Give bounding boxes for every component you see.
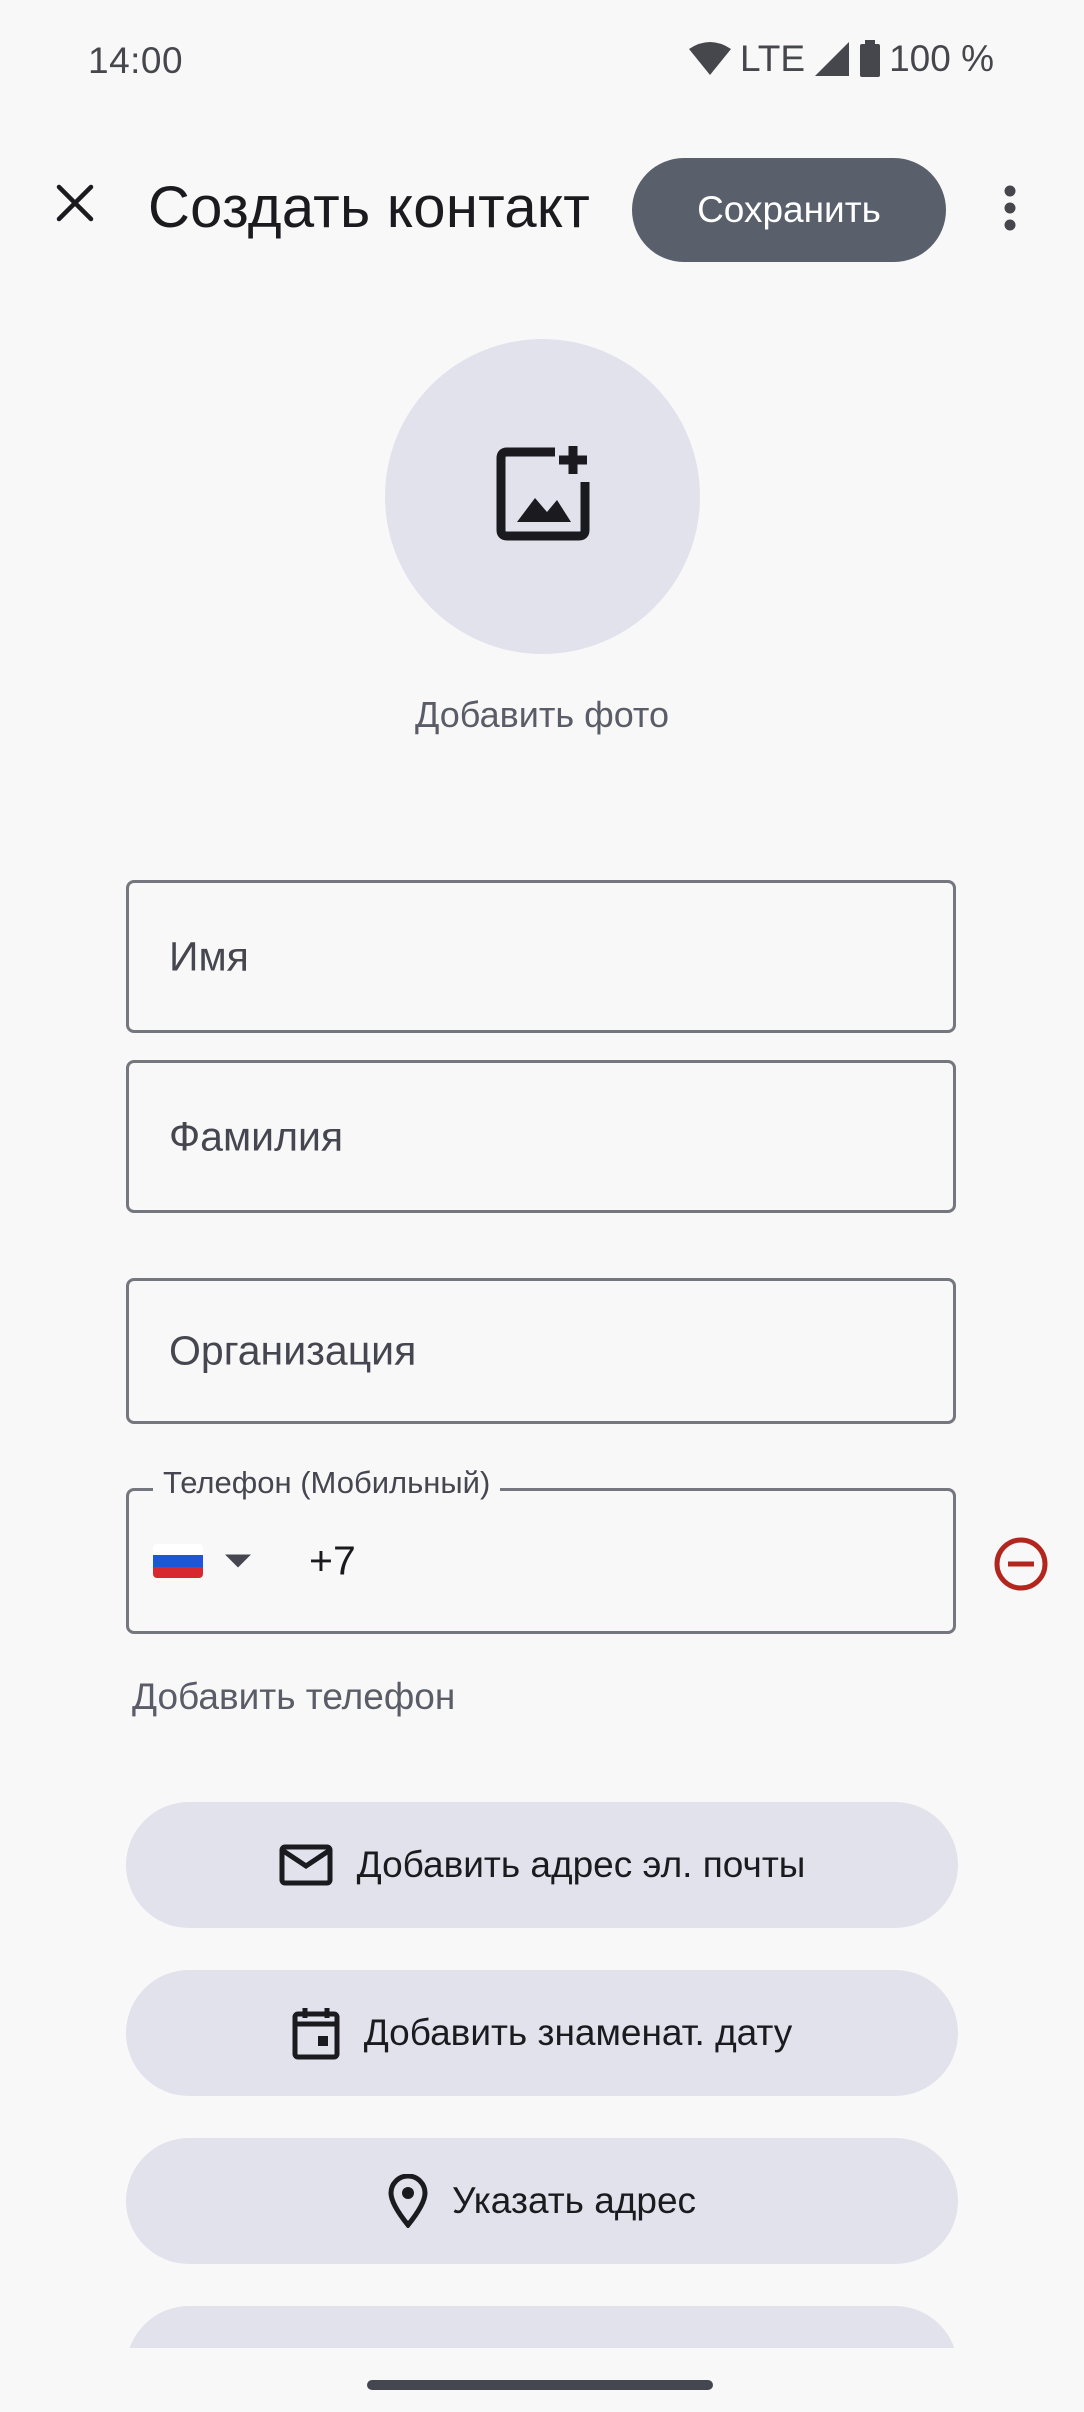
add-photo-icon [493, 444, 593, 549]
first-name-placeholder: Имя [169, 933, 249, 979]
add-address-label: Указать адрес [451, 2180, 697, 2221]
add-photo-label[interactable]: Добавить фото [0, 694, 1084, 736]
home-indicator[interactable] [367, 2380, 713, 2390]
phone-field[interactable]: Телефон (Мобильный) +7 [126, 1465, 956, 1634]
page-title: Создать контакт [148, 175, 591, 240]
remove-phone-button[interactable] [990, 1535, 1052, 1597]
create-contact-screen: 14:00 LTE 100 % Создать контакт Сохранит… [0, 0, 1084, 2412]
calendar-icon [292, 2006, 340, 2060]
add-address-button[interactable]: Указать адрес [126, 2138, 958, 2264]
first-name-field[interactable]: Имя [126, 880, 956, 1033]
battery-icon [859, 40, 881, 78]
location-pin-icon [388, 2174, 428, 2228]
add-phone-link[interactable]: Добавить телефон [132, 1676, 455, 1718]
organization-placeholder: Организация [169, 1327, 417, 1374]
organization-field[interactable]: Организация [126, 1278, 956, 1424]
wifi-icon [688, 41, 732, 77]
add-date-label: Добавить знаменат. дату [363, 2012, 793, 2053]
cell-signal-icon [813, 40, 851, 78]
phone-value[interactable]: +7 [309, 1538, 356, 1585]
country-code-picker[interactable] [129, 1491, 279, 1631]
add-email-button[interactable]: Добавить адрес эл. почты [126, 1802, 958, 1928]
status-time: 14:00 [88, 40, 184, 81]
add-photo-button[interactable] [385, 339, 700, 654]
russia-flag-icon [153, 1544, 203, 1578]
status-bar-right: LTE 100 % [688, 38, 994, 80]
more-vert-icon [1003, 185, 1017, 236]
close-button[interactable] [40, 170, 110, 240]
more-options-button[interactable] [980, 175, 1040, 245]
add-email-label: Добавить адрес эл. почты [356, 1844, 806, 1885]
last-name-placeholder: Фамилия [169, 1113, 344, 1159]
save-button[interactable]: Сохранить [632, 158, 946, 262]
last-name-field[interactable]: Фамилия [126, 1060, 956, 1213]
battery-level: 100 % [889, 38, 994, 79]
mail-icon [279, 1844, 333, 1886]
dropdown-caret-icon [225, 1554, 251, 1568]
network-type: LTE [739, 38, 806, 79]
close-icon [55, 183, 95, 228]
remove-circle-icon [993, 1536, 1049, 1597]
add-date-button[interactable]: Добавить знаменат. дату [126, 1970, 958, 2096]
